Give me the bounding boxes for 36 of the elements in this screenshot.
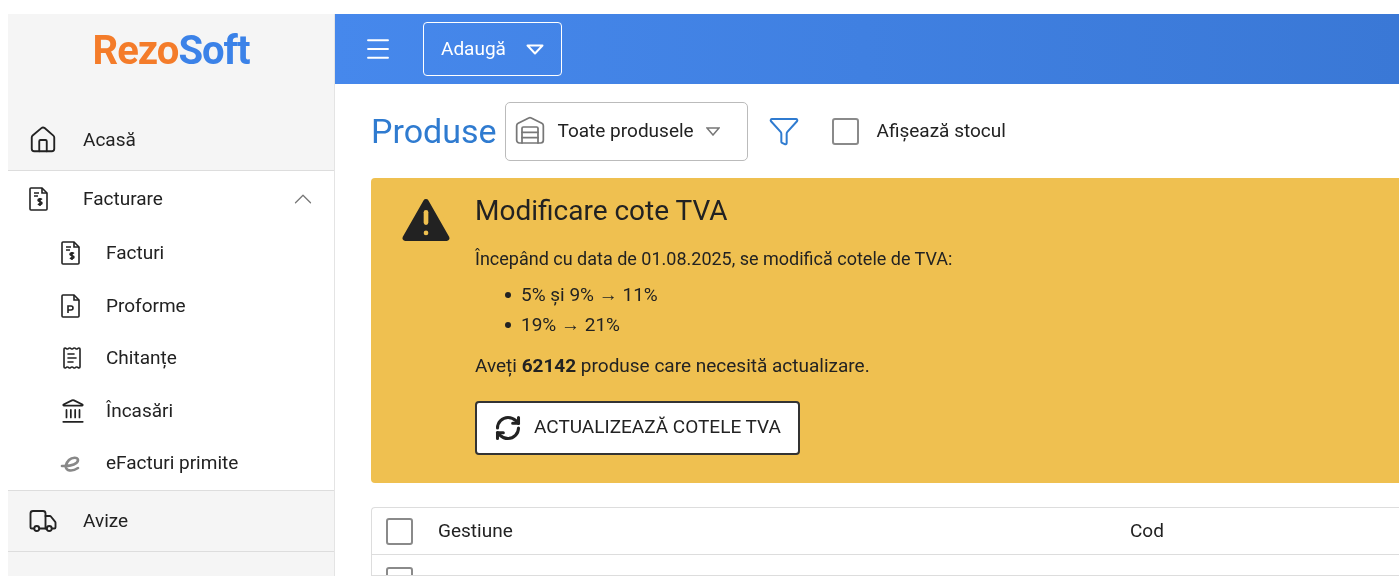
- column-header[interactable]: Gestiune: [438, 516, 1130, 546]
- invoice-icon: [60, 240, 82, 267]
- rezosoft-logo: RezoSoft: [91, 26, 251, 76]
- alert-title: Modificare cote TVA: [475, 193, 729, 229]
- product-filter-select[interactable]: Toate produsele: [504, 101, 748, 161]
- sidebar-subitem[interactable]: Încasări: [8, 384, 334, 438]
- show-stock-checkbox[interactable]: [831, 117, 859, 145]
- filter-icon[interactable]: [767, 115, 800, 147]
- sidebar-subitem[interactable]: eFacturi primite: [8, 437, 334, 490]
- update-vat-button[interactable]: ACTUALIZEAZĂ COTELE TVA: [475, 400, 800, 455]
- invoice-icon: [28, 186, 50, 212]
- warehouse-icon: [513, 115, 546, 147]
- sidebar-subitem[interactable]: Facturi: [8, 227, 334, 280]
- caret-icon: [705, 126, 720, 136]
- sidebar-group[interactable]: Facturare: [8, 171, 334, 227]
- page-title: Produse: [371, 114, 497, 148]
- alert-summary: Aveți 62142 produse care necesită actualizare.: [475, 353, 871, 379]
- select-all-checkbox[interactable]: [386, 517, 413, 545]
- add-dropdown-button[interactable]: Adaugă: [423, 22, 562, 76]
- home-icon: [28, 125, 58, 155]
- receipt-icon: [60, 346, 84, 371]
- sidebar-subitem[interactable]: Chitanțe: [8, 332, 334, 385]
- sidebar-item[interactable]: Acasă: [8, 110, 334, 170]
- refresh-icon: [494, 413, 522, 442]
- bullet-icon: [505, 322, 511, 328]
- document-icon: [60, 292, 82, 319]
- alert-intro: Începând cu data de 01.08.2025, se modifică cotele de TVA:: [475, 247, 953, 271]
- column-header[interactable]: Cod: [1130, 516, 1164, 546]
- sidebar-item[interactable]: Avize: [8, 490, 334, 551]
- rate-change-text: 5% și 9% → 11%: [521, 282, 658, 308]
- bullet-icon: [505, 292, 511, 298]
- sidebar-subitem[interactable]: Proforme: [8, 279, 334, 333]
- bank-icon: [60, 398, 86, 425]
- caret-icon: [525, 43, 544, 55]
- rate-change-text: 19% → 21%: [521, 312, 620, 338]
- show-stock-label: Afișează stocul: [876, 117, 1006, 144]
